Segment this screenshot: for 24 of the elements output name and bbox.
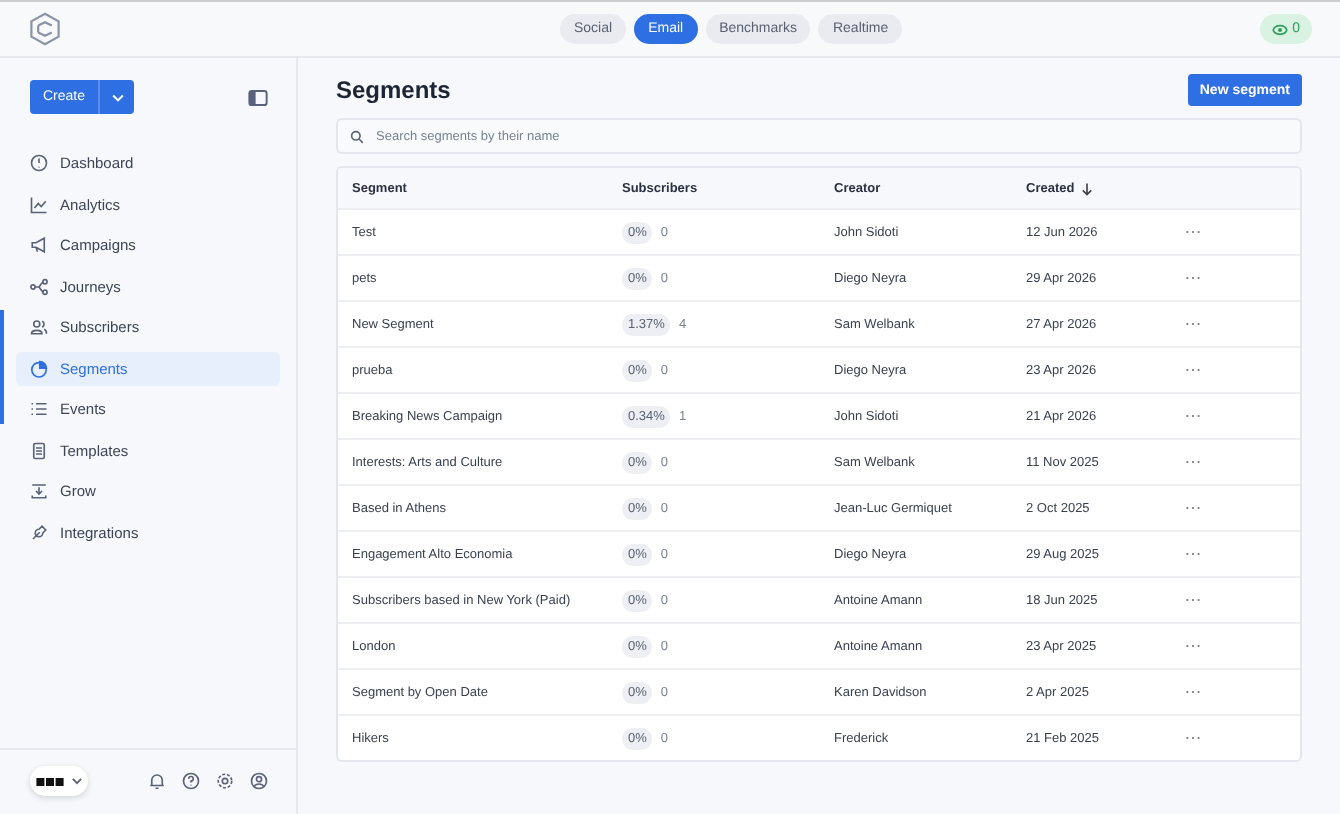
user-icon[interactable] [250,772,268,790]
workspace-logo-icon [35,777,63,785]
bell-icon[interactable] [148,772,166,790]
chevron-down-icon [69,774,83,788]
tray-icon [30,482,48,500]
caret-icon [109,89,125,105]
search-icon [350,129,364,143]
pie-chart-icon [30,359,48,377]
document-icon [30,441,48,459]
workspace-switcher[interactable] [30,766,88,796]
scroll-indicator [0,310,4,424]
logo-icon [28,12,62,46]
sidebar-toggle-icon[interactable] [248,89,268,105]
help-icon[interactable] [182,772,200,790]
create-menu-button[interactable] [98,80,134,114]
line-chart-icon [30,195,48,213]
megaphone-icon [30,236,48,254]
settings-icon[interactable] [216,772,234,790]
users-icon [30,318,48,336]
sort-down-icon[interactable] [1080,181,1095,195]
list-icon [30,400,48,418]
page-title: Segments [336,76,451,104]
eye-icon [1272,21,1289,37]
branch-icon [30,277,48,295]
